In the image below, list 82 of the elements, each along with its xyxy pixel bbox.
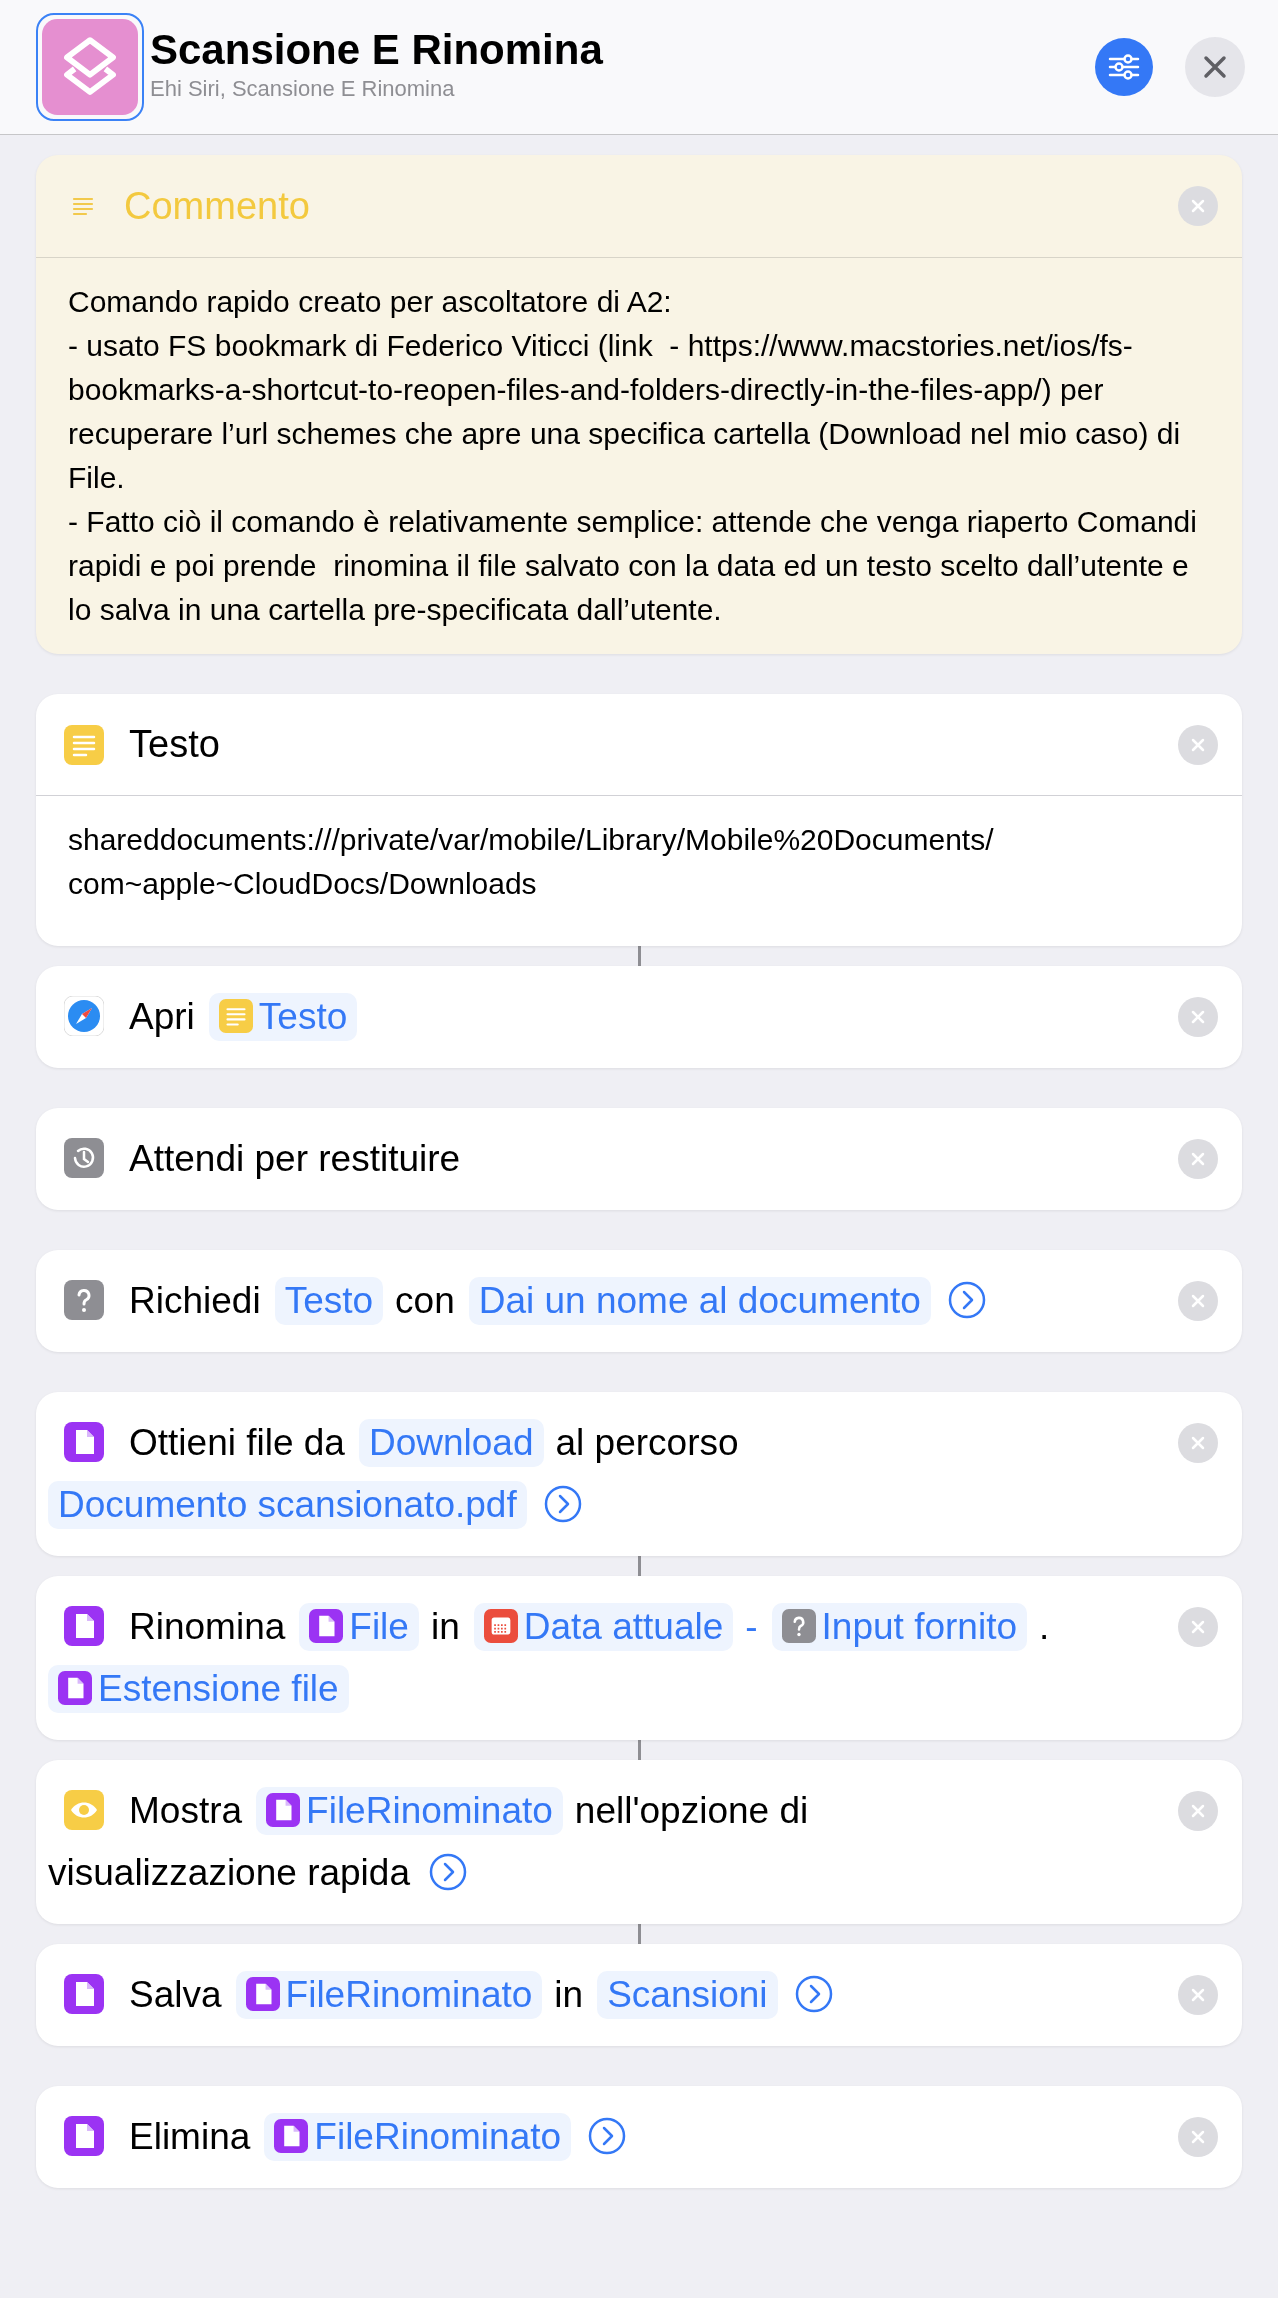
- text-lines-icon: [218, 999, 253, 1034]
- action-text: Richiedi: [129, 1279, 261, 1323]
- close-icon: [1190, 736, 1206, 753]
- document-icon: [266, 1793, 301, 1828]
- action-text: Mostra: [129, 1789, 243, 1833]
- document-icon: [309, 1609, 344, 1644]
- text-lines-icon: [72, 196, 96, 216]
- action-title: Testo: [129, 722, 221, 767]
- document-icon: [245, 1977, 280, 2012]
- remove-button[interactable]: [1178, 724, 1218, 765]
- chevron-circle-icon[interactable]: [946, 1280, 987, 1321]
- variable-token[interactable]: Input fornito: [771, 1603, 1027, 1651]
- document-icon: [274, 2119, 309, 2154]
- variable-token[interactable]: Scansioni: [597, 1971, 778, 2019]
- remove-button[interactable]: [1178, 1791, 1218, 1831]
- action-text: con: [395, 1279, 455, 1323]
- close-icon: [1190, 198, 1206, 214]
- action-text: nell'opzione di: [574, 1789, 809, 1833]
- variable-token[interactable]: FileRinominato: [264, 2113, 572, 2161]
- chevron-circle-icon[interactable]: [587, 2116, 628, 2157]
- remove-button[interactable]: [1178, 1975, 1218, 2015]
- text-lines-icon: [64, 724, 104, 765]
- siri-phrase: Ehi Siri, Scansione E Rinomina: [150, 76, 456, 102]
- action-text: .: [1039, 1605, 1050, 1649]
- question-mark-icon: [64, 1280, 104, 1321]
- chevron-circle-icon[interactable]: [793, 1974, 834, 2015]
- comment-title: Commento: [124, 183, 311, 229]
- variable-token[interactable]: Estensione file: [48, 1665, 349, 1713]
- variable-token[interactable]: Download: [358, 1419, 544, 1467]
- app-icon[interactable]: [36, 13, 144, 121]
- clock-icon: [64, 1138, 104, 1179]
- document-icon: [64, 2116, 104, 2157]
- variable-token[interactable]: Dai un nome al documento: [468, 1277, 931, 1325]
- calendar-icon: [483, 1609, 518, 1644]
- close-icon: [1190, 1009, 1206, 1025]
- question-mark-icon: [781, 1609, 816, 1644]
- eye-icon: [64, 1790, 104, 1831]
- close-icon: [1190, 2129, 1206, 2145]
- close-icon: [1190, 1151, 1206, 1167]
- close-icon: [1202, 54, 1228, 80]
- remove-button[interactable]: [1178, 1281, 1218, 1321]
- action-text: Salva: [129, 1973, 222, 2017]
- variable-token[interactable]: Documento scansionato.pdf: [48, 1481, 527, 1529]
- action-text: Apri: [129, 995, 195, 1039]
- document-icon: [64, 1974, 104, 2015]
- variable-token[interactable]: FileRinominato: [256, 1787, 563, 1835]
- variable-token[interactable]: Data attuale: [473, 1603, 734, 1651]
- chevron-circle-icon[interactable]: [542, 1484, 583, 1525]
- separator-text: -: [745, 1605, 758, 1649]
- remove-button[interactable]: [1178, 1423, 1218, 1463]
- action-text: Elimina: [129, 2115, 251, 2159]
- chevron-circle-icon[interactable]: [428, 1852, 468, 1893]
- close-icon: [1190, 1619, 1206, 1635]
- text-value: shareddocuments:///private/var/mobile/Library/Mobile%20Documents/com~apple~CloudDocs/Downloads: [68, 822, 995, 902]
- action-text: Rinomina: [129, 1605, 286, 1649]
- remove-button[interactable]: [1178, 997, 1218, 1037]
- remove-button[interactable]: [1178, 2117, 1218, 2157]
- close-icon: [1190, 1803, 1206, 1819]
- close-icon: [1190, 1293, 1206, 1309]
- remove-button[interactable]: [1178, 186, 1218, 226]
- remove-button[interactable]: [1178, 1139, 1218, 1179]
- action-text: visualizzazione rapida: [48, 1851, 410, 1895]
- comment-text: Comando rapido creato per ascoltatore di A2: - usato FS bookmark di Federico Viticci (link - https://www.macstories.net/ios/fs-bookmarks-a-shortcut-to-reopen-files-and-folders-directly-in-the-files-app/) per recuperare l’url schemes che apre una specifica cartella (Download nel mio caso) di File. - Fatto ciò il comando è relativamente semplice: attende che venga riaperto Comandi rapidi e poi prende rinomina il file salvato con la data ed un testo scelto dall’utente e lo salva in una cartella pre-specificata dall’utente.: [68, 284, 1198, 628]
- action-text: Attendi per restituire: [129, 1137, 461, 1181]
- sliders-icon: [1107, 52, 1141, 82]
- remove-button[interactable]: [1178, 1607, 1218, 1647]
- action-text: in: [430, 1605, 460, 1649]
- variable-token[interactable]: Testo: [208, 993, 358, 1041]
- variable-token[interactable]: Testo: [274, 1277, 384, 1325]
- shortcut-title: Scansione E Rinomina: [150, 25, 604, 75]
- variable-token[interactable]: File: [299, 1603, 419, 1651]
- document-icon: [58, 1671, 92, 1706]
- settings-button[interactable]: [1095, 38, 1153, 96]
- action-text: in: [554, 1973, 584, 2017]
- variable-token[interactable]: FileRinominato: [235, 1971, 543, 2019]
- document-icon: [64, 1422, 104, 1463]
- document-icon: [64, 1606, 104, 1647]
- close-icon: [1190, 1435, 1206, 1451]
- close-icon: [1190, 1987, 1206, 2003]
- compass-icon: [64, 996, 104, 1037]
- action-text: Ottieni file da: [129, 1421, 345, 1465]
- action-text: al percorso: [555, 1421, 739, 1465]
